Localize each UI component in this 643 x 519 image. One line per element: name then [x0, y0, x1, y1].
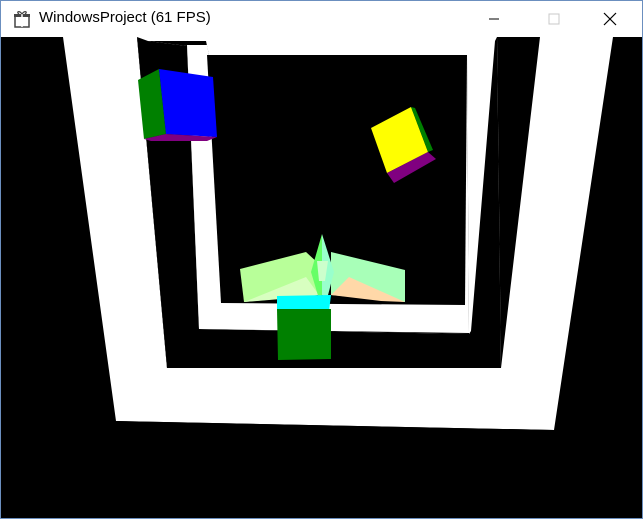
maximize-icon [548, 13, 560, 25]
game-viewport[interactable] [1, 37, 642, 518]
window-title: WindowsProject (61 FPS) [39, 9, 211, 26]
cube-face-green [277, 309, 331, 360]
blue-green-cube [138, 69, 217, 141]
cube-face-cyan [277, 295, 331, 311]
green-cyan-cube [277, 295, 331, 360]
title-bar[interactable]: WindowsProject (61 FPS) [1, 1, 642, 37]
minimize-button[interactable] [471, 1, 517, 37]
close-icon [603, 12, 617, 26]
minimize-icon [489, 18, 499, 20]
tunnel-floor [1, 421, 642, 518]
close-button[interactable] [587, 1, 633, 37]
application-window: WindowsProject (61 FPS) [0, 0, 643, 519]
maximize-button[interactable] [531, 1, 577, 37]
scene-canvas [1, 37, 642, 518]
app-gift-icon [14, 11, 30, 28]
cube-face-blue [159, 69, 217, 137]
